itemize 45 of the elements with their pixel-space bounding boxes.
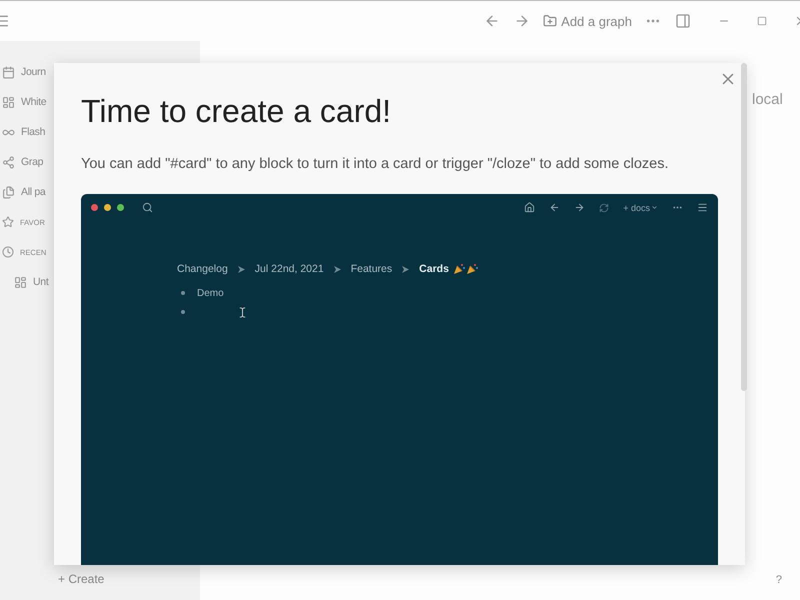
text-cursor-icon bbox=[237, 306, 248, 318]
chevron-icon bbox=[238, 266, 245, 272]
page-title: local bbox=[752, 91, 783, 108]
breadcrumb[interactable]: Cards bbox=[419, 263, 449, 275]
new-page-button[interactable]: + docs bbox=[623, 202, 658, 212]
maximize-dot[interactable] bbox=[117, 204, 124, 211]
menu-icon[interactable] bbox=[697, 202, 708, 213]
bullet-icon[interactable] bbox=[181, 291, 185, 295]
board-icon bbox=[14, 276, 27, 288]
pages-icon bbox=[2, 186, 15, 198]
add-graph-button[interactable]: Add a graph bbox=[543, 14, 632, 28]
bullet-icon[interactable] bbox=[181, 310, 185, 314]
minimize-dot[interactable] bbox=[104, 204, 111, 211]
sidebar-item[interactable]: Journ bbox=[21, 66, 46, 78]
sidebar-item[interactable]: Grap bbox=[21, 156, 44, 168]
breadcrumb[interactable]: Jul 22nd, 2021 bbox=[254, 263, 324, 275]
sidebar-item[interactable]: Unt bbox=[33, 276, 48, 288]
star-icon bbox=[2, 216, 14, 228]
breadcrumb[interactable]: Features bbox=[350, 263, 392, 275]
forward-icon[interactable] bbox=[574, 202, 586, 213]
create-button[interactable]: + Create bbox=[58, 572, 104, 586]
party-popper-icon bbox=[466, 263, 478, 275]
help-button[interactable]: ? bbox=[776, 574, 782, 586]
close-dot[interactable] bbox=[91, 204, 98, 211]
block-text[interactable]: Demo bbox=[197, 288, 224, 298]
maximize-icon[interactable] bbox=[757, 16, 767, 26]
dialog-description: You can add "#card" to any block to turn it into a card or trigger "/cloze" to add some clozes. bbox=[81, 156, 670, 172]
search-icon[interactable] bbox=[142, 202, 153, 213]
sidebar-item[interactable]: All pa bbox=[21, 186, 46, 198]
refresh-icon[interactable] bbox=[599, 202, 610, 212]
dialog-title: Time to create a card! bbox=[81, 93, 392, 130]
sidebar-toggle-icon[interactable] bbox=[675, 13, 691, 29]
chevron-icon bbox=[334, 266, 341, 272]
board-icon bbox=[2, 96, 15, 108]
caret-icon bbox=[651, 204, 658, 211]
sidebar-item[interactable]: White bbox=[21, 96, 46, 108]
breadcrumb[interactable]: Changelog bbox=[177, 263, 228, 275]
clock-icon bbox=[2, 246, 14, 258]
back-icon[interactable] bbox=[549, 202, 560, 213]
folder-plus-icon bbox=[543, 14, 558, 28]
graph-icon bbox=[2, 156, 15, 168]
calendar-icon bbox=[2, 66, 15, 78]
chevron-icon bbox=[402, 266, 410, 272]
sidebar-item[interactable]: Flash bbox=[21, 126, 46, 138]
home-icon[interactable] bbox=[524, 202, 536, 213]
